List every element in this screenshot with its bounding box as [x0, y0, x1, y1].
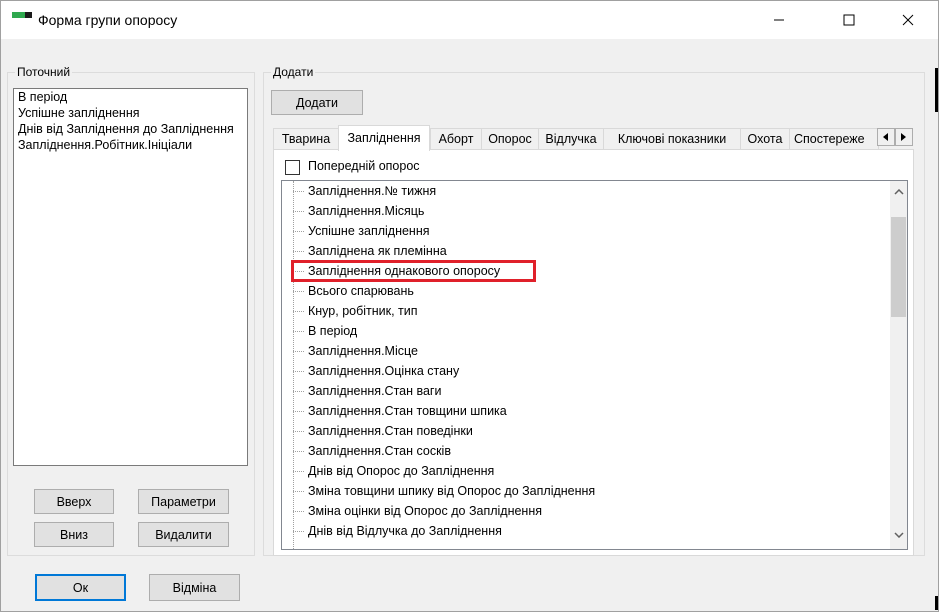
current-field-item[interactable]: Успішне запліднення [14, 105, 247, 121]
tree-item-label: Всього спарювань [308, 284, 414, 298]
parameters-button[interactable]: Параметри [138, 489, 229, 514]
group-farrowing-form-window: Форма групи опоросу Поточний В період Усп… [0, 0, 939, 612]
tree-item-label: Кнур, робітник, тип [308, 304, 418, 318]
category-tabs: Тварина Запліднення Аборт Опорос Відлучк… [273, 125, 915, 151]
tree-connector [293, 231, 304, 232]
move-down-button[interactable]: Вниз [34, 522, 114, 547]
scroll-up-button[interactable] [890, 183, 907, 200]
delete-button[interactable]: Видалити [138, 522, 229, 547]
current-field-item[interactable]: В період [14, 89, 247, 105]
previous-farrowing-checkbox[interactable] [285, 160, 300, 175]
tree-connector [293, 311, 304, 312]
tab-weaning[interactable]: Відлучка [538, 128, 604, 150]
tree-connector [293, 291, 304, 292]
right-edge-mark [935, 68, 938, 112]
add-group-label: Додати [271, 65, 316, 79]
tree-connector [293, 191, 304, 192]
triangle-left-icon [883, 133, 888, 141]
current-fields-list[interactable]: В період Успішне запліднення Днів від Запл… [13, 88, 248, 466]
minimize-button[interactable] [756, 1, 802, 39]
highlight-annotation-box [291, 260, 536, 282]
tree-connector [293, 211, 304, 212]
tab-animal[interactable]: Тварина [273, 128, 339, 150]
tab-heat[interactable]: Охота [740, 128, 790, 150]
available-fields-tree[interactable]: Запліднення.№ тижня Запліднення.Місяць Усп… [281, 180, 908, 550]
tree-item-label: Запліднення.Оцінка стану [308, 364, 460, 378]
window-title: Форма групи опоросу [38, 12, 178, 28]
tree-item-label: Днів від Відлучка до Запліднення [308, 524, 502, 538]
add-button[interactable]: Додати [271, 90, 363, 115]
app-icon [12, 12, 32, 18]
tree-connector [293, 531, 304, 532]
close-icon [902, 14, 914, 26]
tab-insemination[interactable]: Запліднення [338, 125, 430, 151]
scroll-down-button[interactable] [890, 526, 907, 543]
tree-connector [293, 371, 304, 372]
current-field-item[interactable]: Запліднення.Робітник.Ініціали [14, 137, 247, 153]
maximize-button[interactable] [826, 1, 872, 39]
tree-item-label: В період [308, 324, 358, 338]
scrollbar-thumb[interactable] [891, 217, 906, 317]
tab-farrowing[interactable]: Опорос [481, 128, 539, 150]
tree-connector [293, 471, 304, 472]
tree-item-label: Запліднення.Стан поведінки [308, 424, 473, 438]
tab-scroll-left-button[interactable] [877, 128, 895, 146]
tree-vertical-scrollbar[interactable] [890, 181, 907, 549]
tree-item-label: Запліднення.№ тижня [308, 184, 437, 198]
tree-item-label: Запліднення.Стан сосків [308, 444, 451, 458]
previous-farrowing-label[interactable]: Попередній опорос [308, 159, 420, 173]
tree-connector [293, 391, 304, 392]
move-up-button[interactable]: Вверх [34, 489, 114, 514]
tree-item-label: Запліднення.Місце [308, 344, 418, 358]
tree-connector [293, 331, 304, 332]
tab-abortion[interactable]: Аборт [430, 128, 482, 150]
current-field-item[interactable]: Днів від Запліднення до Запліднення [14, 121, 247, 137]
tree-item-label: Запліднення.Стан товщини шпика [308, 404, 507, 418]
tree-item-label: Успішне запліднення [308, 224, 430, 238]
right-edge-mark-bottom [935, 596, 938, 610]
tree-connector [293, 511, 304, 512]
tree-item-label: Зміна оцінки від Опорос до Запліднення [308, 504, 543, 518]
tree-connector [293, 251, 304, 252]
tree-connector [293, 411, 304, 412]
tab-observation[interactable]: Спостереже [789, 128, 879, 150]
tree-item-label: Запліднення.Стан ваги [308, 384, 442, 398]
tree-connector [293, 451, 304, 452]
tab-key-indicators[interactable]: Ключові показники [603, 128, 741, 150]
tree-item-label: Зміна товщини шпику від Опорос до Заплід… [308, 484, 596, 498]
tree-item-label: Запліднена як племінна [308, 244, 447, 258]
tree-connector-line [293, 181, 294, 549]
insemination-tab-panel: Попередній опорос Запліднення.№ тижня Зап… [273, 149, 914, 556]
close-button[interactable] [885, 1, 931, 39]
ok-button[interactable]: Ок [35, 574, 126, 601]
maximize-icon [843, 14, 855, 26]
tab-scroll-right-button[interactable] [895, 128, 913, 146]
tree-connector [293, 491, 304, 492]
chevron-down-icon [893, 531, 904, 538]
triangle-right-icon [901, 133, 906, 141]
tree-connector [293, 431, 304, 432]
tree-item-label: Запліднення.Місяць [308, 204, 425, 218]
minimize-icon [774, 19, 784, 21]
tree-connector [293, 351, 304, 352]
title-bar: Форма групи опоросу [1, 1, 938, 39]
chevron-up-icon [893, 188, 904, 195]
cancel-button[interactable]: Відміна [149, 574, 240, 601]
current-group-label: Поточний [15, 65, 73, 79]
tree-item-label: Днів від Опорос до Запліднення [308, 464, 495, 478]
